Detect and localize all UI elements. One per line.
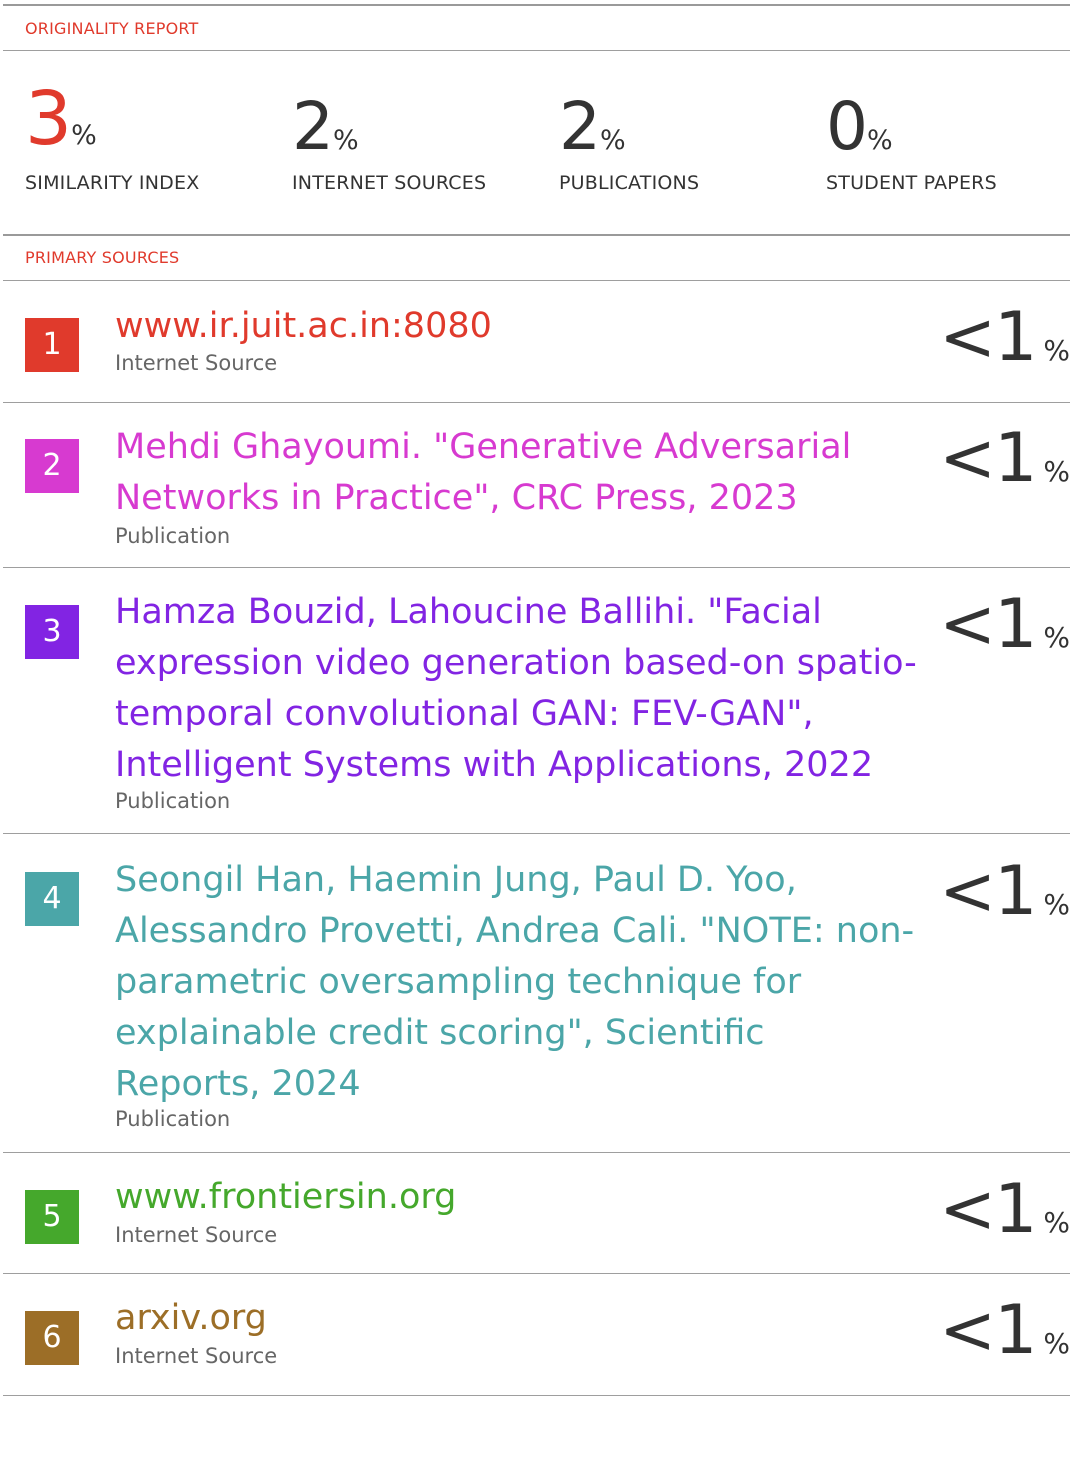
source-title-link[interactable]: Hamza Bouzid, Lahoucine Ballihi. "Facial… — [115, 587, 920, 791]
internet-sources-unit: % — [333, 125, 359, 156]
header-divider — [3, 50, 1070, 51]
source-rank-badge: 6 — [25, 1311, 79, 1365]
publications-value: 2 — [559, 88, 601, 165]
source-match-percentage: <1% — [939, 1296, 1070, 1366]
source-divider — [3, 1395, 1070, 1396]
source-match-percentage: <1% — [939, 303, 1070, 373]
source-match-percentage: <1% — [939, 590, 1070, 660]
student-papers-stat: 0% STUDENT PAPERS — [826, 92, 997, 195]
match-value: <1 — [939, 1291, 1037, 1370]
similarity-index-unit: % — [71, 120, 97, 151]
match-value: <1 — [939, 1170, 1037, 1249]
match-unit: % — [1043, 334, 1070, 367]
source-match-percentage: <1% — [939, 424, 1070, 494]
student-papers-value: 0 — [826, 88, 868, 165]
source-match-percentage: <1% — [939, 857, 1070, 927]
source-divider — [3, 833, 1070, 834]
similarity-index-stat: 3% SIMILARITY INDEX — [25, 82, 199, 194]
match-unit: % — [1043, 621, 1070, 654]
match-unit: % — [1043, 455, 1070, 488]
source-divider — [3, 567, 1070, 568]
match-value: <1 — [939, 852, 1037, 931]
source-type: Publication — [115, 789, 231, 813]
student-papers-label: STUDENT PAPERS — [826, 172, 997, 194]
source-match-percentage: <1% — [939, 1175, 1070, 1245]
source-title-link[interactable]: www.frontiersin.org — [115, 1172, 920, 1223]
match-value: <1 — [939, 585, 1037, 664]
source-rank-badge: 4 — [25, 872, 79, 926]
source-title-link[interactable]: www.ir.juit.ac.in:8080 — [115, 301, 920, 352]
source-type: Publication — [115, 1107, 231, 1131]
internet-sources-value: 2 — [292, 88, 334, 165]
publications-stat: 2% PUBLICATIONS — [559, 92, 699, 195]
match-unit: % — [1043, 1206, 1070, 1239]
primary-sources-divider — [3, 280, 1070, 281]
originality-report-title: ORIGINALITY REPORT — [25, 19, 199, 38]
source-rank-badge: 5 — [25, 1190, 79, 1244]
source-title-link[interactable]: Mehdi Ghayoumi. "Generative Adversarial … — [115, 422, 920, 524]
source-divider — [3, 1152, 1070, 1153]
source-type: Publication — [115, 524, 231, 548]
top-divider — [3, 4, 1070, 6]
publications-label: PUBLICATIONS — [559, 172, 700, 194]
source-title-link[interactable]: Seongil Han, Haemin Jung, Paul D. Yoo, A… — [115, 855, 920, 1110]
source-title-link[interactable]: arxiv.org — [115, 1293, 920, 1344]
source-divider — [3, 402, 1070, 403]
similarity-index-value: 3 — [25, 76, 72, 162]
match-unit: % — [1043, 888, 1070, 921]
similarity-index-label: SIMILARITY INDEX — [25, 172, 200, 194]
match-value: <1 — [939, 298, 1037, 377]
student-papers-unit: % — [867, 125, 893, 156]
publications-unit: % — [600, 125, 626, 156]
source-type: Internet Source — [115, 1344, 278, 1368]
source-type: Internet Source — [115, 351, 278, 375]
source-rank-badge: 2 — [25, 439, 79, 493]
source-type: Internet Source — [115, 1223, 278, 1247]
match-unit: % — [1043, 1327, 1070, 1360]
match-value: <1 — [939, 419, 1037, 498]
internet-sources-label: INTERNET SOURCES — [292, 172, 487, 194]
internet-sources-stat: 2% INTERNET SOURCES — [292, 92, 486, 195]
primary-sources-title: PRIMARY SOURCES — [25, 248, 180, 267]
source-rank-badge: 1 — [25, 318, 79, 372]
source-divider — [3, 1273, 1070, 1274]
source-rank-badge: 3 — [25, 605, 79, 659]
stats-divider — [3, 234, 1070, 236]
